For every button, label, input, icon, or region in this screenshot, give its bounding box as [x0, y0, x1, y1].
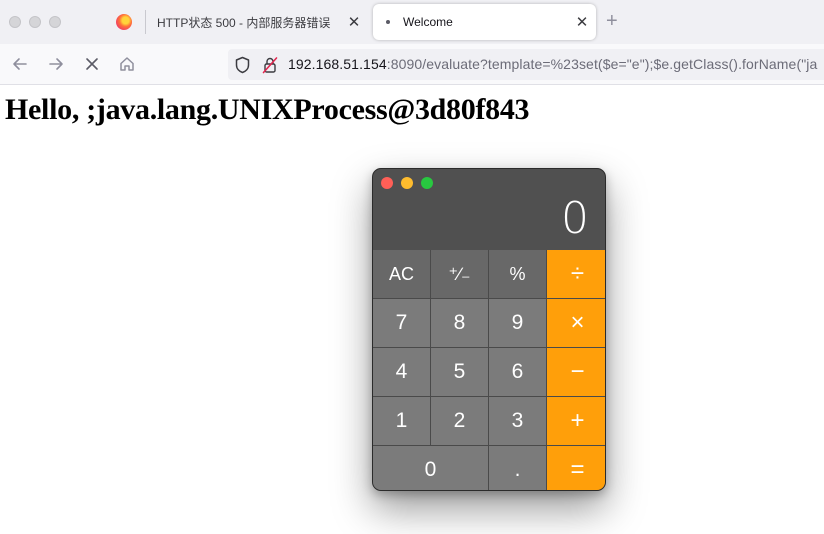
window-zoom-control[interactable]	[49, 16, 61, 28]
key-equals[interactable]: =	[547, 446, 605, 490]
key-all-clear[interactable]: AC	[373, 250, 430, 298]
calculator-keypad: AC ⁺∕₋ % ÷ 7 8 9 × 4 5 6 − 1 2 3 + 0 . =	[373, 250, 605, 490]
firefox-icon	[116, 14, 132, 30]
url-host: 192.168.51.154	[288, 56, 387, 72]
calculator-minimize-button[interactable]	[401, 177, 413, 189]
key-multiply[interactable]: ×	[547, 299, 605, 347]
page-heading: Hello, ;java.lang.UNIXProcess@3d80f843	[5, 93, 530, 126]
new-tab-button[interactable]: +	[606, 9, 618, 33]
home-button[interactable]	[115, 52, 139, 76]
calculator-close-button[interactable]	[381, 177, 393, 189]
url-path: :8090/evaluate?template=%23set($e="e");$…	[386, 56, 818, 72]
key-8[interactable]: 8	[431, 299, 488, 347]
key-2[interactable]: 2	[431, 397, 488, 445]
calculator-zoom-button[interactable]	[421, 177, 433, 189]
tab-strip: HTTP状态 500 - 内部服务器错误 ✕ Welcome ✕ +	[0, 0, 824, 44]
tab-welcome[interactable]: Welcome ✕	[373, 4, 596, 40]
back-button[interactable]	[8, 52, 32, 76]
tab-title: Welcome	[403, 15, 453, 29]
tab-title: HTTP状态 500 - 内部服务器错误	[157, 15, 331, 30]
key-add[interactable]: +	[547, 397, 605, 445]
calculator-window: 0 AC ⁺∕₋ % ÷ 7 8 9 × 4 5 6 − 1 2 3 + 0 .…	[372, 168, 606, 491]
key-0[interactable]: 0	[373, 446, 488, 490]
arrow-right-icon	[49, 58, 63, 70]
key-divide[interactable]: ÷	[547, 250, 605, 298]
url-bar[interactable]: 192.168.51.154:8090/evaluate?template=%2…	[228, 49, 824, 80]
tab-close-icon[interactable]: ✕	[340, 13, 368, 31]
tab-firefox-home[interactable]	[104, 0, 144, 44]
shield-icon[interactable]	[234, 56, 251, 74]
navigation-toolbar: 192.168.51.154:8090/evaluate?template=%2…	[0, 44, 824, 85]
key-decimal[interactable]: .	[489, 446, 546, 490]
key-1[interactable]: 1	[373, 397, 430, 445]
tab-http-500[interactable]: HTTP状态 500 - 内部服务器错误 ✕	[146, 0, 368, 44]
window-minimize-control[interactable]	[29, 16, 41, 28]
key-4[interactable]: 4	[373, 348, 430, 396]
tab-close-icon[interactable]: ✕	[568, 13, 596, 31]
key-6[interactable]: 6	[489, 348, 546, 396]
key-9[interactable]: 9	[489, 299, 546, 347]
key-7[interactable]: 7	[373, 299, 430, 347]
arrow-left-icon	[13, 58, 27, 70]
loading-dot-icon	[386, 20, 390, 24]
key-5[interactable]: 5	[431, 348, 488, 396]
url-text[interactable]: 192.168.51.154:8090/evaluate?template=%2…	[288, 56, 817, 72]
key-percent[interactable]: %	[489, 250, 546, 298]
close-icon	[86, 58, 98, 70]
key-subtract[interactable]: −	[547, 348, 605, 396]
window-close-control[interactable]	[9, 16, 21, 28]
key-3[interactable]: 3	[489, 397, 546, 445]
key-plus-minus[interactable]: ⁺∕₋	[431, 250, 488, 298]
insecure-lock-icon[interactable]	[262, 56, 278, 74]
calculator-display: 0	[561, 193, 589, 244]
home-icon	[120, 57, 134, 71]
forward-button[interactable]	[44, 52, 68, 76]
stop-loading-button[interactable]	[80, 52, 104, 76]
